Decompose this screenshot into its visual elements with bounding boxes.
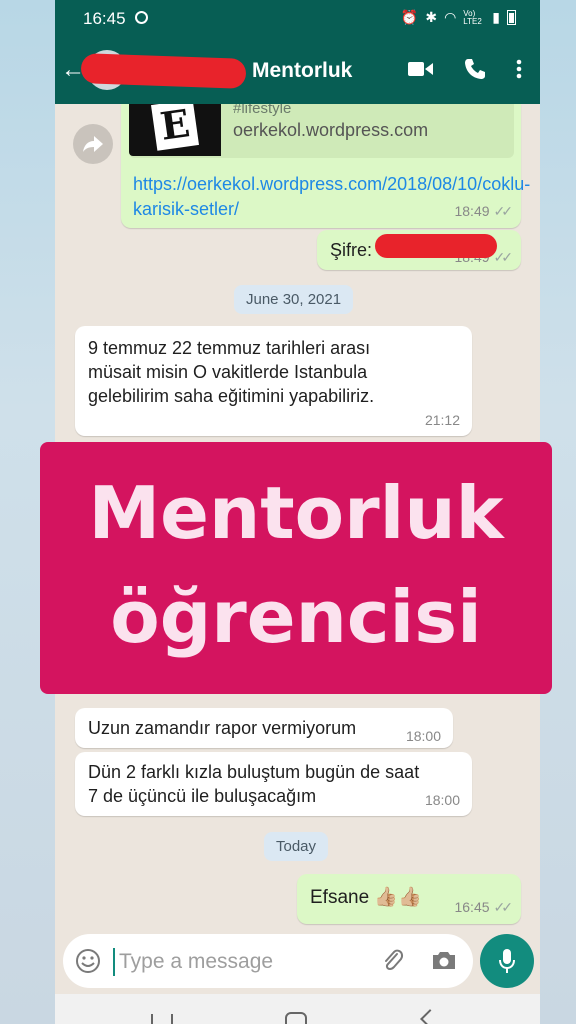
status-time: 16:45 xyxy=(83,9,126,28)
message-text: Dün 2 farklı kızla buluştum bugün de saa… xyxy=(88,762,420,806)
recent-apps-button[interactable] xyxy=(151,1014,173,1024)
date-divider: June 30, 2021 xyxy=(234,285,354,314)
bluetooth-icon: ✱ xyxy=(425,9,438,25)
read-ticks-icon: ✓✓ xyxy=(493,203,514,219)
spotify-icon xyxy=(135,11,148,24)
signal-icon: ▮ xyxy=(492,9,500,25)
thumbnail-letter: E xyxy=(151,104,199,151)
message-meta: 18:49✓✓ xyxy=(454,203,514,220)
read-ticks-icon: ✓✓ xyxy=(493,249,514,265)
date-divider: Today xyxy=(264,832,329,861)
message-time: 16:45 xyxy=(454,899,490,915)
camera-icon[interactable] xyxy=(431,949,457,971)
message-link[interactable]: https://oerkekol.wordpress.com/2018/08/1… xyxy=(133,172,530,222)
incoming-message-bubble[interactable]: 9 temmuz 22 temmuz tarihleri arası müsai… xyxy=(75,326,472,436)
link-message-bubble[interactable]: E #lifestyle oerkekol.wordpress.com http… xyxy=(121,104,530,228)
link-preview[interactable]: E #lifestyle oerkekol.wordpress.com xyxy=(129,104,514,158)
attach-icon[interactable] xyxy=(381,948,405,974)
status-icons: ⏰ ✱ ◠ Vo) LTE2 ▮ xyxy=(401,9,516,26)
incoming-message-bubble[interactable]: Dün 2 farklı kızla buluştum bugün de saa… xyxy=(75,752,472,816)
message-input-bar: Type a message xyxy=(55,930,540,992)
system-back-button[interactable] xyxy=(420,1009,440,1024)
promo-overlay: Mentorluk öğrencisi xyxy=(40,442,552,694)
chat-header: ← Mentorluk xyxy=(55,38,540,104)
link-preview-site: oerkekol.wordpress.com xyxy=(233,120,429,140)
read-ticks-icon: ✓✓ xyxy=(493,899,514,915)
password-label: Şifre: xyxy=(330,240,373,260)
wifi-icon: ◠ xyxy=(444,9,457,25)
text-cursor xyxy=(113,948,115,976)
message-text: Uzun zamandır rapor vermiyorum xyxy=(88,718,357,738)
overlay-line-1: Mentorluk xyxy=(88,471,504,555)
forward-button[interactable] xyxy=(73,124,113,164)
message-time: 18:00 xyxy=(405,728,441,744)
status-bar: 16:45 ⏰ ✱ ◠ Vo) LTE2 ▮ xyxy=(55,0,540,38)
more-options-icon[interactable] xyxy=(516,59,522,79)
redaction-mark xyxy=(375,234,497,258)
alarm-icon: ⏰ xyxy=(400,9,419,25)
outgoing-message-bubble[interactable]: Efsane 👍🏼👍🏼 16:45 ✓✓ xyxy=(297,874,521,924)
lte-icon: Vo) LTE2 xyxy=(463,8,482,26)
message-meta: 16:45 ✓✓ xyxy=(454,899,514,916)
forward-icon xyxy=(83,136,103,152)
message-time: 18:49 xyxy=(454,203,490,219)
video-call-icon[interactable] xyxy=(408,58,434,80)
message-time: 21:12 xyxy=(424,412,460,428)
link-preview-tag: #lifestyle xyxy=(233,104,292,117)
system-nav-bar xyxy=(55,994,540,1024)
contact-name[interactable]: Mentorluk xyxy=(252,59,352,83)
message-text: 9 temmuz 22 temmuz tarihleri arası müsai… xyxy=(88,338,375,406)
battery-icon xyxy=(507,10,516,25)
overlay-line-2: öğrencisi xyxy=(110,575,482,659)
message-time: 18:00 xyxy=(424,792,460,808)
home-button[interactable] xyxy=(285,1012,307,1024)
input-placeholder: Type a message xyxy=(119,950,274,973)
incoming-message-bubble[interactable]: Uzun zamandır rapor vermiyorum 18:00 xyxy=(75,708,453,748)
voice-call-icon[interactable] xyxy=(464,58,486,80)
emoji-icon[interactable] xyxy=(75,948,101,974)
voice-record-button[interactable] xyxy=(480,934,534,988)
message-text: Efsane 👍🏼👍🏼 xyxy=(310,887,422,908)
redaction-mark xyxy=(80,53,247,89)
link-preview-thumbnail: E xyxy=(129,104,221,156)
message-input[interactable]: Type a message xyxy=(63,934,473,988)
microphone-icon xyxy=(499,949,515,973)
